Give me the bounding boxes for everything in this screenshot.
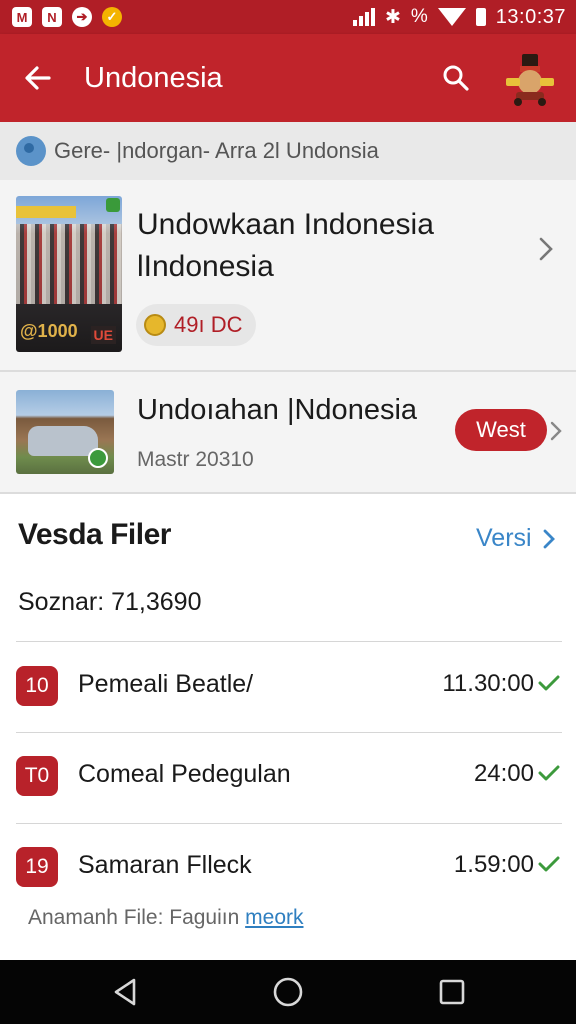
check-icon <box>538 765 560 781</box>
arrow-left-icon <box>25 66 51 90</box>
card-title: Undowkaan Indonesia lIndonesia <box>137 208 434 283</box>
divider <box>16 641 562 642</box>
search-icon <box>443 65 469 91</box>
row-time: 1.59:00 <box>453 851 534 878</box>
row-number-badge: T0 <box>16 756 58 796</box>
chevron-right-icon <box>539 237 553 261</box>
summary-text: Soznar: 71,3690 <box>18 588 202 616</box>
list-item[interactable]: 19 Samaran Flleck 1.59:00 <box>0 833 576 903</box>
chevron-right-icon <box>543 529 555 548</box>
list-item[interactable]: T0 Comeal Pedegulan 24:00 <box>0 742 576 812</box>
status-bar: M N ➔ ✓ ✱ % 13:0:37 <box>0 0 576 34</box>
nav-back-icon[interactable] <box>110 976 142 1008</box>
card-thumbnail: @1000 UE <box>16 196 122 352</box>
profile-avatar-button[interactable] <box>500 48 560 108</box>
footer-note: Anamanh File: Faguiın meork <box>28 906 304 930</box>
row-number-badge: 10 <box>16 666 58 706</box>
corner-badge-icon <box>106 198 120 212</box>
price-badge[interactable]: 49ı DC <box>136 304 257 346</box>
robot-mascot-icon <box>506 54 554 106</box>
news-app-icon: N <box>42 7 62 27</box>
divider <box>16 732 562 733</box>
news-card-featured[interactable]: @1000 UE Undowkaan Indonesia lIndonesia … <box>0 180 576 372</box>
check-icon <box>538 675 560 691</box>
app-bar: Undonesia <box>0 34 576 122</box>
send-icon: ➔ <box>72 7 92 27</box>
news-card[interactable]: Undoıahan |Ndonesia Mastr 20310 West <box>0 372 576 494</box>
verified-icon <box>88 448 108 468</box>
check-app-icon: ✓ <box>102 7 122 27</box>
footer-link[interactable]: meork <box>245 906 303 929</box>
nav-home-icon[interactable] <box>272 976 304 1008</box>
row-time: 24:00 <box>473 760 534 787</box>
nav-recent-apps-icon[interactable] <box>436 976 468 1008</box>
card-title: Undoıahan |Ndonesia <box>137 394 418 426</box>
system-nav-bar <box>0 960 576 1024</box>
row-number-badge: 19 <box>16 847 58 887</box>
breadcrumb-text[interactable]: Gere- |ndorgan- Arra 2l Undonsia <box>54 138 379 164</box>
section-title: Vesda Filer <box>18 518 171 551</box>
divider <box>16 823 562 824</box>
bluetooth-icon: ✱ <box>384 6 401 28</box>
clock: 13:0:37 <box>495 5 566 28</box>
row-label: Samaran Flleck <box>78 851 252 879</box>
card-thumbnail <box>16 390 114 474</box>
check-icon <box>538 856 560 872</box>
globe-icon <box>16 136 46 166</box>
chevron-right-icon[interactable] <box>549 420 563 442</box>
list-item[interactable]: 10 Pemeali Beatle/ 11.30:00 <box>0 652 576 722</box>
row-label: Comeal Pedegulan <box>78 760 291 788</box>
wifi-icon <box>437 8 466 26</box>
signal-icon <box>352 8 375 26</box>
battery-icon <box>475 8 486 26</box>
back-button[interactable] <box>18 58 58 98</box>
gmail-icon: M <box>12 7 32 27</box>
coin-icon <box>144 314 166 336</box>
thumbnail-badge: UE <box>90 326 116 344</box>
versi-link-label: Versi <box>476 524 532 552</box>
versi-link[interactable]: Versi <box>476 524 556 553</box>
footer-text: Anamanh File: Faguiın <box>28 906 240 929</box>
west-button[interactable]: West <box>455 409 547 451</box>
row-label: Pemeali Beatle/ <box>78 670 254 698</box>
price-badge-label: 49ı DC <box>174 312 243 337</box>
card-subtitle: Mastr 20310 <box>137 448 254 471</box>
vibrate-icon: % <box>410 6 428 27</box>
breadcrumb: Gere- |ndorgan- Arra 2l Undonsia <box>0 122 576 180</box>
page-title: Undonesia <box>84 61 223 94</box>
row-time: 11.30:00 <box>442 670 534 697</box>
thumbnail-label: @1000 <box>20 321 78 341</box>
search-button[interactable] <box>436 58 476 98</box>
